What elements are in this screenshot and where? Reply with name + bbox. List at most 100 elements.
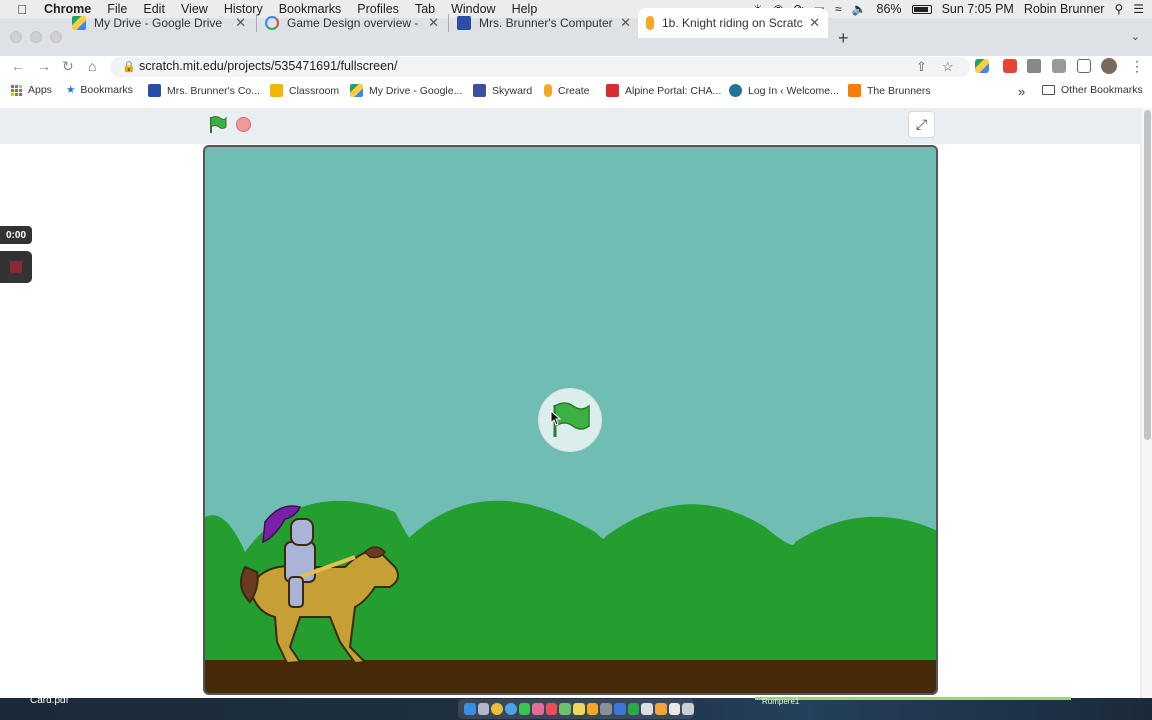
bookmark-classroom[interactable]: Classroom: [270, 84, 339, 97]
launchpad-icon[interactable]: [477, 703, 490, 715]
messages-icon[interactable]: [518, 703, 531, 715]
close-tab-icon[interactable]: ✕: [809, 15, 820, 31]
scrollbar-thumb[interactable]: [1144, 110, 1151, 440]
wordpress-icon: [729, 84, 742, 97]
window-controls: [10, 31, 62, 43]
preview-icon[interactable]: [641, 703, 653, 715]
sheets-icon[interactable]: [627, 703, 640, 715]
tab-google-drive[interactable]: My Drive - Google Drive ✕: [64, 8, 254, 38]
scratch-icon: [544, 84, 552, 97]
bookmark-create[interactable]: Create: [544, 84, 590, 97]
close-tab-icon[interactable]: ✕: [620, 15, 631, 31]
stop-recording-button[interactable]: [0, 251, 32, 283]
apple-icon[interactable]: : [0, 2, 44, 17]
desktop-green-bar: [755, 697, 1071, 700]
stage-ground: [205, 660, 936, 693]
tab-scratch-active[interactable]: 1b. Knight riding on Scratch ✕: [638, 8, 828, 38]
wifi-icon[interactable]: ≈: [835, 2, 842, 16]
profile-avatar[interactable]: [1101, 58, 1117, 74]
bookmark-apps[interactable]: Apps: [11, 84, 52, 96]
bookmark-label: Skyward: [492, 84, 533, 97]
system-preferences-icon[interactable]: [600, 703, 613, 715]
notes-icon[interactable]: [573, 703, 585, 715]
tab-game-design[interactable]: Game Design overview - CS Fi ✕: [257, 8, 447, 38]
google-drive-icon: [350, 84, 363, 97]
macos-dock: [458, 699, 694, 719]
trash-icon[interactable]: [682, 703, 694, 715]
share-icon[interactable]: ⇧: [916, 59, 927, 75]
bookmark-log-in[interactable]: Log In ‹ Welcome...: [729, 84, 839, 97]
lock-icon[interactable]: 🔒: [122, 60, 136, 73]
control-center-icon[interactable]: ☰: [1133, 2, 1144, 16]
scratch-app-icon[interactable]: [586, 703, 599, 715]
bookmarks-overflow-button[interactable]: »: [1018, 84, 1025, 99]
desktop-file-card-pdf[interactable]: Card.pdf: [30, 695, 68, 706]
bookmark-other[interactable]: Other Bookmarks: [1042, 84, 1143, 96]
desktop-label: Rumpere1: [762, 697, 800, 706]
close-tab-icon[interactable]: ✕: [235, 15, 246, 31]
star-icon: ★: [66, 84, 76, 96]
tab-title: Mrs. Brunner's Computer Lab: [479, 16, 614, 30]
bookmark-alpine-portal[interactable]: Alpine Portal: CHA...: [606, 84, 721, 97]
google-drive-icon: [72, 16, 86, 30]
tab-search-chevron-icon[interactable]: ⌄: [1131, 30, 1140, 43]
side-panel-icon[interactable]: [1077, 59, 1091, 73]
finder-icon[interactable]: [464, 703, 476, 715]
scratch-icon: [646, 16, 654, 30]
tab-title: Game Design overview - CS Fi: [287, 16, 422, 30]
tab-title: 1b. Knight riding on Scratch: [662, 16, 804, 30]
tab-computer-lab[interactable]: Mrs. Brunner's Computer Lab ✕: [449, 8, 639, 38]
address-bar[interactable]: 🔒 scratch.mit.edu/projects/535471691/ful…: [110, 57, 970, 77]
stop-button[interactable]: [236, 117, 251, 132]
extension-badge-icon[interactable]: [1003, 59, 1017, 73]
close-window-button[interactable]: [10, 31, 22, 43]
bookmark-label: Apps: [28, 84, 52, 96]
url-text[interactable]: scratch.mit.edu/projects/535471691/fulls…: [139, 59, 397, 73]
photos-icon[interactable]: [532, 703, 544, 715]
start-green-flag-overlay[interactable]: [538, 388, 602, 452]
grid-extension-icon[interactable]: [1027, 59, 1041, 73]
safari-icon[interactable]: [504, 703, 517, 715]
reload-icon[interactable]: ↻: [62, 58, 74, 75]
bookmark-the-brunners[interactable]: The Brunners: [848, 84, 931, 97]
new-tab-button[interactable]: +: [838, 28, 849, 49]
battery-percent: 86%: [876, 2, 902, 16]
back-arrow-icon[interactable]: ←: [11, 58, 25, 74]
blogger-icon: [848, 84, 861, 97]
maps-icon[interactable]: [559, 703, 572, 715]
forward-arrow-icon[interactable]: →: [37, 58, 51, 74]
bookmark-mrs-brunners[interactable]: Mrs. Brunner's Co...: [148, 84, 260, 97]
keynote-icon[interactable]: [614, 703, 626, 715]
bookmark-my-drive[interactable]: My Drive - Google...: [350, 84, 462, 97]
bookmark-label: Bookmarks: [80, 84, 133, 96]
bookmark-label: Other Bookmarks: [1061, 84, 1143, 96]
document-icon[interactable]: [668, 703, 681, 715]
battery-icon[interactable]: [911, 4, 932, 14]
bookmark-skyward[interactable]: Skyward: [473, 84, 532, 97]
folder-icon: [1042, 85, 1055, 95]
google-drive-extension-icon[interactable]: [975, 59, 989, 73]
spotlight-search-icon[interactable]: ⚲: [1114, 2, 1123, 16]
clock[interactable]: Sun 7:05 PM: [942, 2, 1014, 16]
green-flag-button[interactable]: [208, 115, 228, 135]
home-icon[interactable]: ⌂: [88, 58, 96, 74]
close-tab-icon[interactable]: ✕: [428, 15, 439, 31]
chrome-menu-icon[interactable]: ⋮: [1130, 58, 1144, 75]
pages-icon[interactable]: [654, 703, 667, 715]
vertical-scrollbar[interactable]: [1140, 108, 1152, 698]
mouse-cursor-icon: [550, 410, 562, 426]
minimize-window-button[interactable]: [30, 31, 42, 43]
extensions-puzzle-icon[interactable]: [1052, 59, 1066, 73]
bookmark-star-icon[interactable]: ☆: [942, 59, 954, 75]
volume-icon[interactable]: 🔈: [852, 2, 867, 16]
bookmark-label: My Drive - Google...: [369, 84, 463, 97]
chrome-icon[interactable]: [491, 703, 503, 715]
google-icon: [265, 16, 279, 30]
recording-timer: 0:00: [0, 226, 32, 244]
exit-fullscreen-icon[interactable]: ⤢: [908, 111, 935, 138]
user-name[interactable]: Robin Brunner: [1024, 2, 1105, 16]
bookmark-bookmarks[interactable]: ★ Bookmarks: [66, 84, 133, 96]
zoom-window-button[interactable]: [50, 31, 62, 43]
music-icon[interactable]: [545, 703, 558, 715]
skyward-icon: [473, 84, 486, 97]
